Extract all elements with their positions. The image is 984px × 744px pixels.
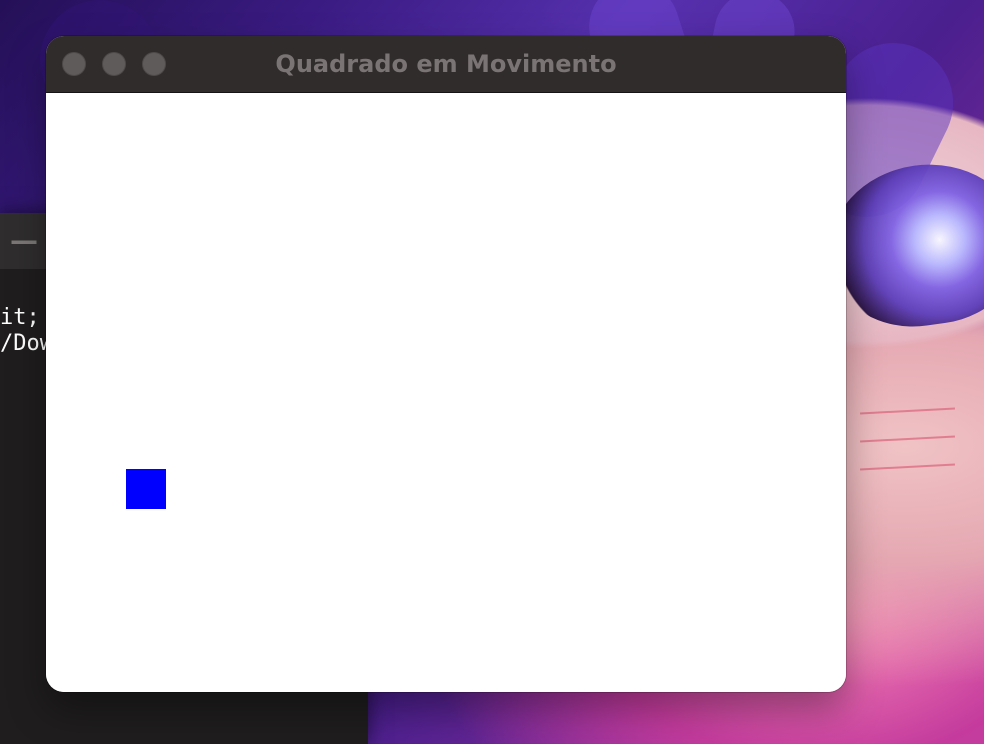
wallpaper-cheek-line xyxy=(860,407,955,415)
terminal-line: /Dow xyxy=(0,331,52,356)
desktop-wallpaper: — 8 it; /Dow Quadrado em Movimento xyxy=(0,0,984,744)
drawing-canvas[interactable] xyxy=(46,93,846,692)
window-titlebar[interactable]: Quadrado em Movimento xyxy=(46,36,846,93)
blue-square xyxy=(126,469,166,509)
wallpaper-cheek-line xyxy=(860,435,955,443)
moving-square-window[interactable]: Quadrado em Movimento xyxy=(46,36,846,692)
terminal-line: it; xyxy=(0,305,40,330)
window-title: Quadrado em Movimento xyxy=(275,50,617,78)
wallpaper-cheek-line xyxy=(860,463,955,471)
